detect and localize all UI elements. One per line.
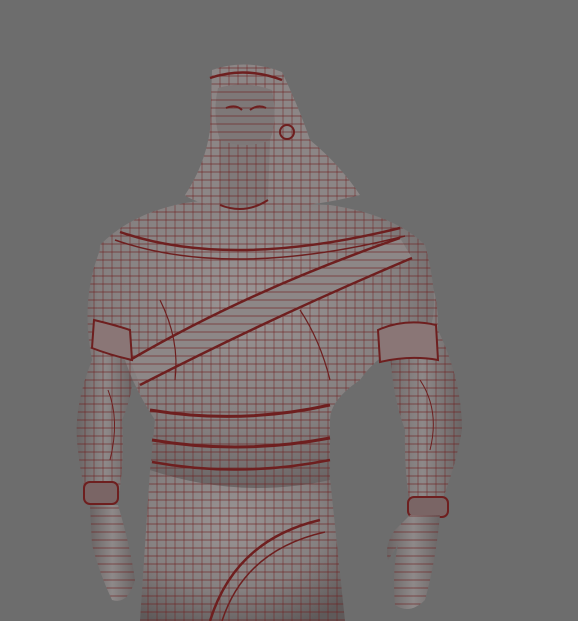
right-sleeve-cuff — [376, 321, 440, 364]
right-hand — [386, 515, 440, 609]
left-bracelet — [83, 481, 119, 505]
robe — [140, 470, 345, 621]
wireframe-character-model — [76, 64, 462, 621]
3d-viewport[interactable] — [0, 0, 578, 621]
beard — [219, 140, 270, 210]
right-bracelet — [407, 496, 449, 518]
left-hand — [90, 505, 135, 601]
headdress — [185, 64, 360, 207]
